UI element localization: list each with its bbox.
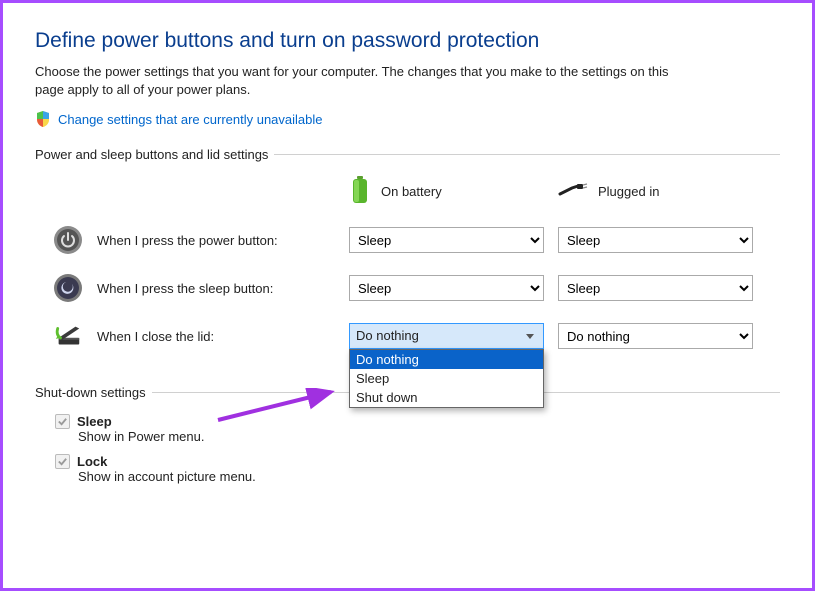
plug-icon [558,182,588,201]
power-button-battery-select[interactable]: Sleep [349,227,544,253]
checkbox-sleep [55,414,70,429]
section-power-sleep-heading: Power and sleep buttons and lid settings [35,147,780,162]
page-title: Define power buttons and turn on passwor… [35,29,780,53]
shutdown-item-sleep: Sleep Show in Power menu. [55,414,780,444]
dropdown-option[interactable]: Shut down [350,388,543,407]
page-description: Choose the power settings that you want … [35,63,695,99]
row-sleep-button-label: When I press the sleep button: [35,273,335,303]
dropdown-option[interactable]: Do nothing [350,350,543,369]
column-header-battery: On battery [349,176,544,207]
lid-battery-select[interactable]: Do nothing Do nothing Sleep Shut down [349,323,544,349]
sleep-button-icon [53,273,83,303]
checkbox-lock [55,454,70,469]
power-button-icon [53,225,83,255]
change-settings-link[interactable]: Change settings that are currently unava… [35,111,323,127]
change-settings-link-text: Change settings that are currently unava… [58,112,323,127]
grid-corner [35,191,335,192]
row-lid-label: When I close the lid: [35,321,335,351]
lid-plugged-select[interactable]: Do nothing [558,323,753,349]
power-button-plugged-select[interactable]: Sleep [558,227,753,253]
sleep-button-battery-select[interactable]: Sleep [349,275,544,301]
shutdown-item-lock: Lock Show in account picture menu. [55,454,780,484]
lid-battery-dropdown[interactable]: Do nothing Sleep Shut down [349,349,544,408]
battery-icon [349,176,371,207]
shield-icon [35,111,51,127]
dropdown-option[interactable]: Sleep [350,369,543,388]
sleep-button-plugged-select[interactable]: Sleep [558,275,753,301]
row-power-button-label: When I press the power button: [35,225,335,255]
column-header-plugged: Plugged in [558,182,753,201]
laptop-lid-icon [53,321,83,351]
